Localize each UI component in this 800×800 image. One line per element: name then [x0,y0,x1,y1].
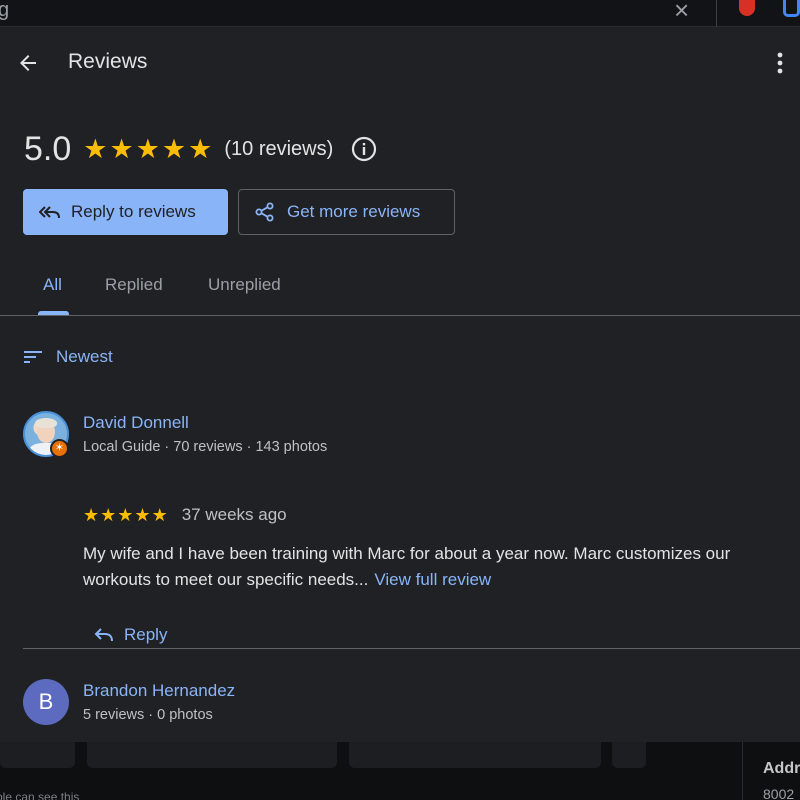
tab-unreplied[interactable]: Unreplied [208,275,281,295]
rating-summary: 5.0 ★ ★ ★ ★ ★ (10 reviews) [24,129,377,169]
tab-replied[interactable]: Replied [105,275,163,295]
more-vert-icon [777,52,783,74]
reviewer-name[interactable]: Brandon Hernandez [83,681,235,701]
reply-all-icon [39,206,60,219]
view-full-review-link[interactable]: View full review [374,570,491,589]
rating-stars: ★ ★ ★ ★ ★ [83,133,213,164]
active-tab-indicator [38,311,69,315]
reply-label: Reply [124,625,168,644]
star-icon: ★ [83,133,108,164]
more-options-button[interactable] [768,49,792,77]
star-icon: ★ [135,133,160,164]
reply-to-reviews-label: Reply to reviews [71,202,196,221]
review-text: My wife and I have been training with Ma… [83,541,783,593]
photo-thumbnail[interactable] [612,742,646,768]
reviews-panel: Reviews 5.0 ★ ★ ★ ★ ★ (10 reviews) Reply… [0,27,800,742]
star-icon: ★ [161,133,187,164]
rating-stars: ★ ★ ★ ★ ★ [83,506,168,524]
tab-all[interactable]: All [43,275,62,295]
search-bar-background: g × [0,0,800,27]
search-text[interactable]: g [0,0,9,22]
reviewer-meta: Local Guide · 70 reviews · 143 photos [83,439,328,455]
star-icon: ★ [188,133,213,164]
address-label: Addr [763,760,800,777]
photo-thumbnail[interactable] [0,742,75,768]
sort-label: Newest [56,347,113,366]
star-icon: ★ [134,505,151,525]
average-rating: 5.0 [24,129,72,168]
photo-thumbnail[interactable] [87,742,337,768]
star-icon: ★ [83,505,100,525]
local-guide-badge-icon: ✶ [50,439,69,458]
clear-search-icon[interactable]: × [674,0,696,23]
reviewer-meta: 5 reviews · 0 photos [83,707,213,723]
sort-button[interactable]: Newest [24,347,113,367]
mic-icon[interactable] [739,0,755,16]
review-rating: ★ ★ ★ ★ ★ 37 weeks ago [83,505,287,525]
background-caption: ple can see this [0,790,80,800]
divider [716,0,717,27]
back-button[interactable] [14,49,42,77]
sort-icon [24,351,42,363]
review-filter-tabs: All Replied Unreplied [0,259,800,316]
arrow-back-icon [20,55,36,71]
star-icon: ★ [100,505,117,525]
review-date: 37 weeks ago [181,505,287,524]
avatar[interactable]: B [23,679,69,725]
share-icon [255,202,274,222]
get-more-reviews-label: Get more reviews [287,202,421,221]
info-icon[interactable] [351,136,377,162]
review-divider [23,648,800,649]
avatar-photo-detail [35,418,57,428]
review-count: (10 reviews) [224,137,334,160]
address-value: 8002 [763,786,795,800]
star-icon: ★ [151,505,168,525]
star-icon: ★ [109,133,134,164]
photo-thumbnail[interactable] [349,742,601,768]
reply-button[interactable]: Reply [94,625,167,645]
star-icon: ★ [117,505,134,525]
reply-to-reviews-button[interactable]: Reply to reviews [23,189,228,235]
get-more-reviews-button[interactable]: Get more reviews [238,189,455,235]
page-title: Reviews [68,50,148,73]
lens-icon[interactable] [783,0,800,17]
divider [742,742,743,800]
reviewer-name[interactable]: David Donnell [83,413,189,433]
reply-icon [94,628,113,642]
